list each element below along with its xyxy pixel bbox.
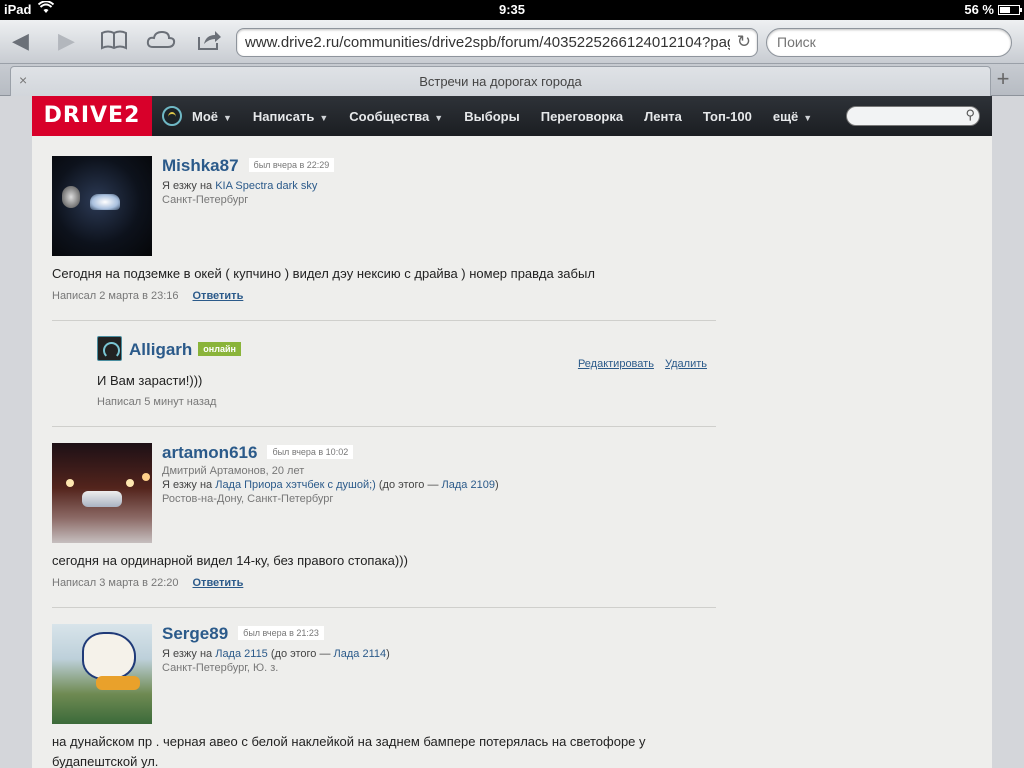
nav-item-more[interactable]: ещё ▼ xyxy=(773,109,812,124)
nav-item-feed[interactable]: Лента xyxy=(644,109,682,124)
status-bar: iPad 9:35 56 % xyxy=(0,0,1024,20)
reply-link[interactable]: Ответить xyxy=(193,290,244,302)
user-city: Санкт-Петербург xyxy=(162,194,249,206)
post-text: на дунайском пр . черная авео с белой на… xyxy=(52,734,646,768)
nav-item-mine[interactable]: Моё ▼ xyxy=(192,109,232,124)
user-avatar[interactable] xyxy=(52,156,152,256)
bookmarks-icon[interactable] xyxy=(100,29,128,56)
post-footer: Написал 5 минут назад xyxy=(97,396,217,408)
user-car-line: Я езжу на Лада Приора хэтчбек с душой;) … xyxy=(162,479,499,491)
user-avatar[interactable] xyxy=(52,443,152,543)
last-seen-badge: был вчера в 22:29 xyxy=(248,158,335,172)
reload-icon[interactable]: ↻ xyxy=(737,32,751,52)
icloud-tabs-icon[interactable] xyxy=(146,29,176,56)
url-text[interactable]: www.drive2.ru/communities/drive2spb/foru… xyxy=(245,34,730,51)
car-link[interactable]: Лада Приора хэтчбек с душой;) xyxy=(215,479,376,491)
prev-car-link[interactable]: Лада 2114 xyxy=(334,648,387,660)
nav-item-top100[interactable]: Топ-100 xyxy=(703,109,752,124)
forward-icon[interactable]: ▶ xyxy=(58,29,75,53)
online-badge: онлайн xyxy=(198,342,241,356)
address-bar[interactable]: www.drive2.ru/communities/drive2spb/foru… xyxy=(236,28,758,57)
forum-content: Mishka87 был вчера в 22:29 Я езжу на KIA … xyxy=(32,136,992,768)
tab-title: Встречи на дорогах города xyxy=(419,74,582,89)
search-input[interactable] xyxy=(777,34,997,50)
site-search-input[interactable]: ⚲ xyxy=(846,106,980,126)
prev-car-link[interactable]: Лада 2109 xyxy=(442,479,495,491)
user-city: Санкт-Петербург, Ю. з. xyxy=(162,662,279,674)
site-logo[interactable]: DRIVE2 xyxy=(32,96,152,136)
post-divider xyxy=(52,320,716,321)
new-tab-icon[interactable]: + xyxy=(990,68,1016,92)
post-author[interactable]: Alligarh онлайн xyxy=(129,340,241,360)
car-link[interactable]: Лада 2115 xyxy=(215,648,268,660)
browser-toolbar: ◀ ▶ www.drive2.ru/communities/drive2spb/… xyxy=(0,20,1024,64)
user-fullname: Дмитрий Артамонов, 20 лет xyxy=(162,465,305,477)
post-author[interactable]: artamon616 был вчера в 10:02 xyxy=(162,443,354,463)
user-avatar[interactable] xyxy=(52,624,152,724)
post-text: И Вам зарасти!))) xyxy=(97,373,203,388)
battery-icon xyxy=(998,5,1022,15)
post-author[interactable]: Mishka87 был вчера в 22:29 xyxy=(162,156,335,176)
tab-bar: × Встречи на дорогах города + xyxy=(0,64,1024,96)
clock: 9:35 xyxy=(498,2,526,17)
edit-link[interactable]: Редактировать xyxy=(578,358,654,370)
user-gauge-icon[interactable] xyxy=(162,106,182,126)
share-icon[interactable] xyxy=(196,29,222,56)
battery-percent: 56 % xyxy=(964,2,994,17)
back-icon[interactable]: ◀ xyxy=(12,29,29,53)
site-header: DRIVE2 Моё ▼ Написать ▼ Сообщества ▼ Выборы… xyxy=(32,96,992,136)
user-city: Ростов-на-Дону, Санкт-Петербург xyxy=(162,493,334,505)
nav-item-communities[interactable]: Сообщества ▼ xyxy=(349,109,443,124)
car-link[interactable]: KIA Spectra dark sky xyxy=(215,180,317,192)
user-avatar[interactable] xyxy=(97,336,122,361)
post-author[interactable]: Serge89 был вчера в 21:23 xyxy=(162,624,324,644)
reply-link[interactable]: Ответить xyxy=(193,577,244,589)
last-seen-badge: был вчера в 21:23 xyxy=(238,626,324,640)
post-divider xyxy=(52,426,716,427)
post-footer: Написал 3 марта в 22:20 Ответить xyxy=(52,577,244,589)
post-footer: Написал 2 марта в 23:16 Ответить xyxy=(52,290,244,302)
search-icon[interactable]: ⚲ xyxy=(965,107,975,123)
post-text: Сегодня на подземке в окей ( купчино ) в… xyxy=(52,266,595,281)
post-divider xyxy=(52,607,716,608)
tab-current[interactable]: × Встречи на дорогах города xyxy=(10,66,991,96)
last-seen-badge: был вчера в 10:02 xyxy=(267,445,354,459)
post-text: сегодня на ординарной видел 14-ку, без п… xyxy=(52,553,408,568)
nav-item-write[interactable]: Написать ▼ xyxy=(253,109,328,124)
user-car-line: Я езжу на KIA Spectra dark sky xyxy=(162,180,318,192)
nav-item-elections[interactable]: Выборы xyxy=(464,109,520,124)
reply-actions: Редактировать Удалить xyxy=(570,358,707,370)
user-car-line: Я езжу на Лада 2115 (до этого — Лада 211… xyxy=(162,648,390,660)
search-bar[interactable] xyxy=(766,28,1012,57)
main-nav: Моё ▼ Написать ▼ Сообщества ▼ Выборы Перего… xyxy=(192,96,833,136)
delete-link[interactable]: Удалить xyxy=(665,358,707,370)
nav-item-talk[interactable]: Переговорка xyxy=(541,109,623,124)
